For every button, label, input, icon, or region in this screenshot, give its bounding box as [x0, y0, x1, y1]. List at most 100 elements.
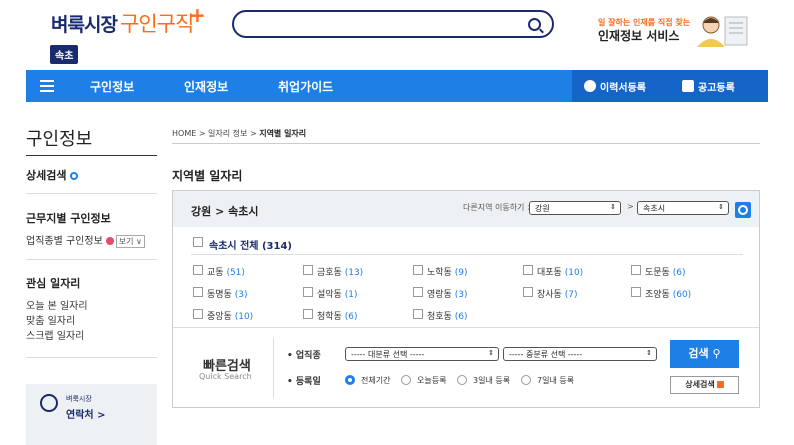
- search-box: [232, 10, 554, 38]
- sidebar-item-today-viewed[interactable]: 오늘 본 일자리: [26, 297, 88, 312]
- checkbox-dong[interactable]: [193, 265, 203, 275]
- dong-item[interactable]: 청학동 (6): [317, 309, 357, 322]
- detail-search-button-label: 상세검색: [685, 380, 715, 389]
- checkbox-dong[interactable]: [631, 265, 641, 275]
- radio-all-period[interactable]: [345, 375, 355, 385]
- resume-register-link[interactable]: 이력서등록: [600, 79, 646, 94]
- sidebar-item-custom[interactable]: 맞춤 일자리: [26, 312, 75, 327]
- nav-item-job-info[interactable]: 구인정보: [90, 78, 134, 95]
- province-select[interactable]: 강원 ⇕: [529, 201, 621, 215]
- dong-count: (6): [454, 312, 468, 322]
- search-button[interactable]: 검색 ⚲: [670, 340, 739, 368]
- chevron-updown-icon: ⇕: [646, 349, 652, 357]
- headset-icon: [40, 394, 58, 412]
- dong-name: 도문동: [645, 268, 670, 278]
- dong-item[interactable]: 동명동 (3): [207, 287, 247, 300]
- dong-item[interactable]: 영랑동 (3): [427, 287, 467, 300]
- dong-item[interactable]: 대포동 (10): [537, 265, 583, 278]
- dong-item[interactable]: 청호동 (6): [427, 309, 467, 322]
- chevron-updown-icon: ⇕: [718, 203, 724, 211]
- contact-small-text: 벼룩시장: [66, 395, 92, 403]
- post-register-link[interactable]: 공고등록: [698, 79, 735, 94]
- dong-item[interactable]: 중앙동 (10): [207, 309, 253, 322]
- dong-name: 청학동: [317, 312, 342, 322]
- checkbox-dong[interactable]: [193, 287, 203, 297]
- sidebar-head-location: 근무지별 구인정보: [26, 212, 111, 225]
- dong-count: (13): [344, 268, 364, 278]
- dong-name: 영랑동: [427, 290, 452, 300]
- all-region-label[interactable]: 속초시 전체 (314): [209, 237, 292, 252]
- dong-count: (6): [344, 312, 358, 322]
- checkbox-dong[interactable]: [631, 287, 641, 297]
- dong-item[interactable]: 노학동 (9): [427, 265, 467, 278]
- chevron-updown-icon: ⇕: [488, 349, 494, 357]
- divider: [26, 259, 157, 260]
- dong-name: 금호동: [317, 268, 342, 278]
- dong-name: 노학동: [427, 268, 452, 278]
- detail-search-button[interactable]: 상세검색: [670, 376, 739, 394]
- detail-search-link[interactable]: 상세검색: [26, 167, 79, 183]
- dong-item[interactable]: 설악동 (1): [317, 287, 357, 300]
- checkbox-dong[interactable]: [413, 265, 423, 275]
- city-select-value: 속초시: [643, 204, 666, 213]
- checkbox-dong[interactable]: [303, 309, 313, 319]
- separator-arrow: >: [627, 202, 634, 211]
- nav-item-career-guide[interactable]: 취업가이드: [278, 78, 333, 95]
- dong-name: 설악동: [317, 290, 342, 300]
- category-middle-select[interactable]: ----- 중분류 선택 ----- ⇕: [503, 347, 657, 361]
- dong-count: (7): [564, 290, 578, 300]
- dong-item[interactable]: 교동 (51): [207, 265, 245, 278]
- sidebar-item-scrap[interactable]: 스크랩 일자리: [26, 327, 84, 342]
- category-major-value: ----- 대분류 선택 -----: [351, 350, 425, 359]
- radio-3days[interactable]: [457, 375, 467, 385]
- dong-name: 장사동: [537, 290, 562, 300]
- dong-count: (60): [672, 290, 692, 300]
- radio-label: 전체기간: [361, 376, 391, 385]
- search-icon: [70, 172, 79, 180]
- dong-count: (10): [234, 312, 254, 322]
- radio-7days[interactable]: [521, 375, 531, 385]
- checkbox-dong[interactable]: [413, 287, 423, 297]
- divider: [26, 193, 157, 194]
- dong-item[interactable]: 조양동 (60): [645, 287, 691, 300]
- checkbox-dong[interactable]: [523, 265, 533, 275]
- dong-item[interactable]: 금호동 (13): [317, 265, 363, 278]
- current-region: 강원 > 속초시: [191, 205, 259, 218]
- contact-link-text: 연락처 >: [66, 410, 106, 421]
- checkbox-dong[interactable]: [193, 309, 203, 319]
- search-input[interactable]: [248, 16, 518, 34]
- dong-item[interactable]: 장사동 (7): [537, 287, 577, 300]
- checkbox-dong[interactable]: [303, 265, 313, 275]
- logo-main-text: 벼룩시장: [51, 14, 118, 36]
- checkbox-dong[interactable]: [523, 287, 533, 297]
- dong-count: (10): [564, 268, 584, 278]
- search-icon[interactable]: [528, 18, 541, 31]
- sidebar-item-job-type[interactable]: 업직종별 구인정보 보기 ∨: [26, 232, 145, 248]
- region-go-button[interactable]: [735, 202, 751, 218]
- breadcrumb: HOME > 일자리 정보 > 지역별 일자리: [172, 128, 306, 139]
- city-select[interactable]: 속초시 ⇕: [637, 201, 729, 215]
- checkbox-dong[interactable]: [303, 287, 313, 297]
- view-toggle-label: 보기: [118, 236, 134, 246]
- new-badge-icon: [716, 381, 724, 388]
- contact-box[interactable]: 벼룩시장 연락처 >: [26, 384, 157, 445]
- radio-today[interactable]: [401, 375, 411, 385]
- quick-search-subtitle: Quick Search: [199, 372, 252, 381]
- radio-label: 오늘등록: [417, 376, 447, 385]
- region-panel: 강원 > 속초시 다른지역 이동하기 > 강원 ⇕ > 속초시 ⇕ 속초시 전체 (…: [172, 190, 760, 408]
- nav-item-talent-info[interactable]: 인재정보: [184, 78, 228, 95]
- hamburger-menu-icon[interactable]: [40, 80, 54, 92]
- dong-name: 조양동: [645, 290, 670, 300]
- dong-item[interactable]: 도문동 (6): [645, 265, 685, 278]
- logo-plus-icon: +: [189, 3, 206, 27]
- category-middle-value: ----- 중분류 선택 -----: [509, 350, 583, 359]
- dong-name: 중앙동: [207, 312, 232, 322]
- view-toggle-button[interactable]: 보기 ∨: [115, 234, 145, 248]
- divider: [26, 357, 157, 358]
- checkbox-all[interactable]: [193, 237, 203, 247]
- province-select-value: 강원: [535, 204, 550, 213]
- nav-right-group: 이력서등록 공고등록: [572, 70, 768, 102]
- checkbox-dong[interactable]: [413, 309, 423, 319]
- category-major-select[interactable]: ----- 대분류 선택 ----- ⇕: [345, 347, 499, 361]
- page-title: 지역별 일자리: [172, 169, 243, 183]
